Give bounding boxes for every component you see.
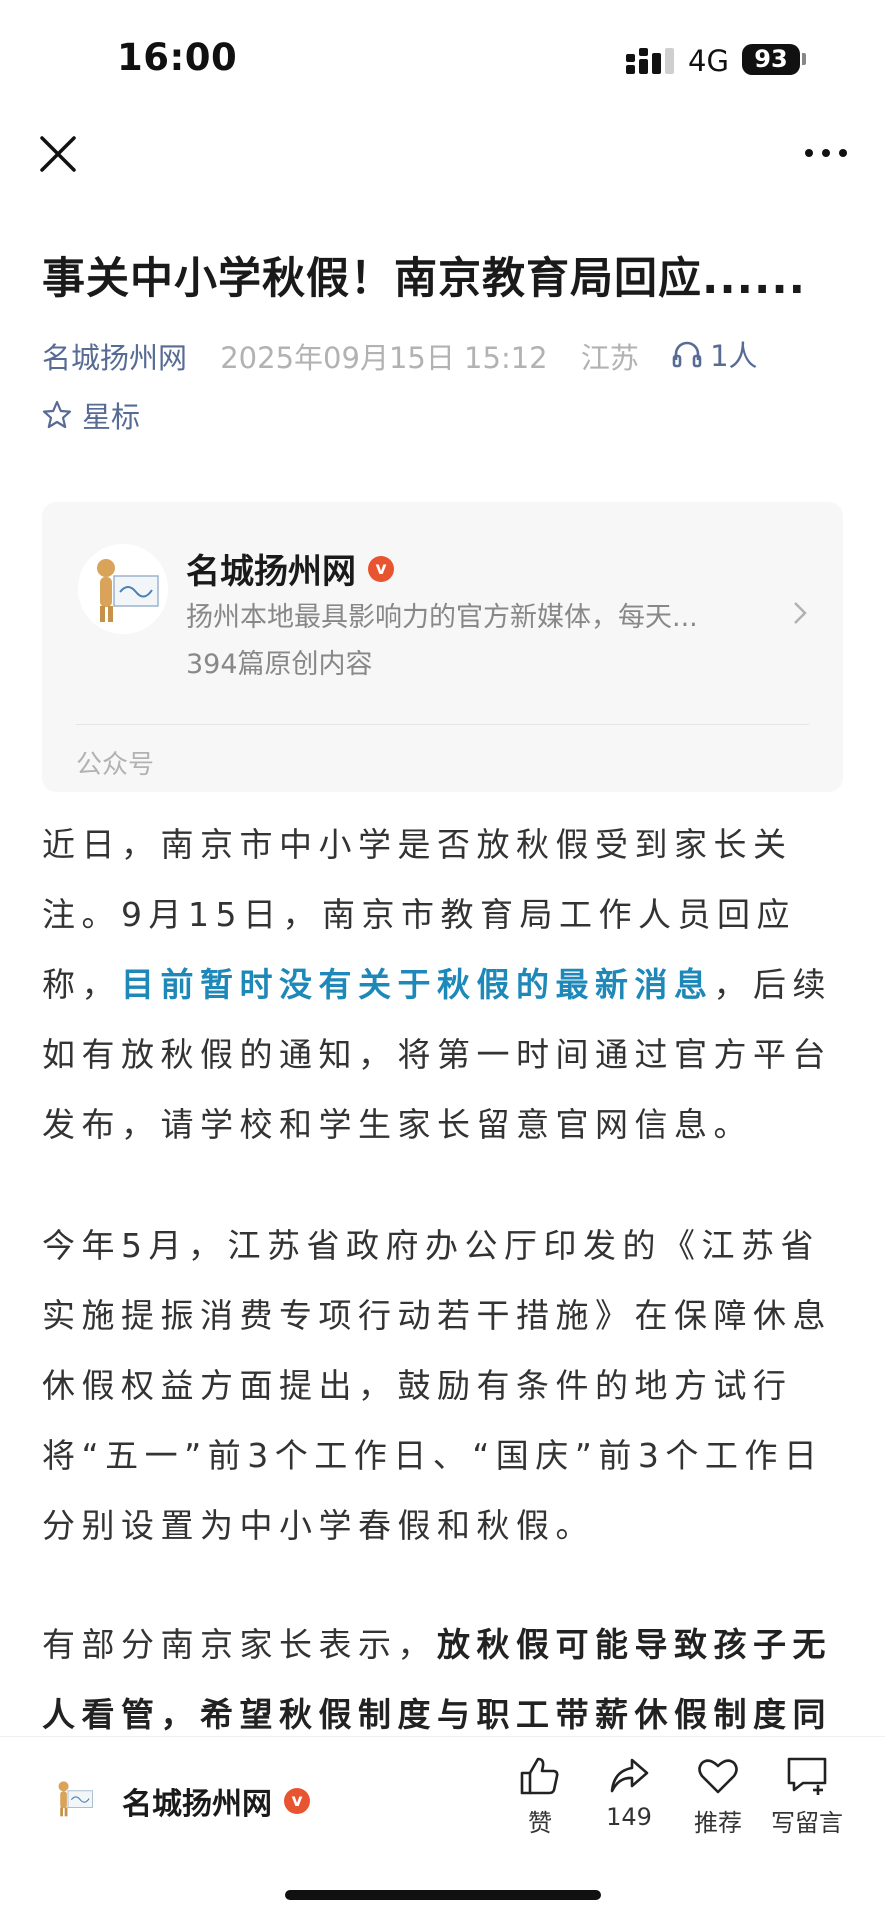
paragraph-3: 有部分南京家长表示，放秋假可能导致孩子无人看管，希望秋假制度与职工带薪休假制度同	[42, 1610, 843, 1736]
status-time: 16:00	[117, 36, 238, 79]
listen-button[interactable]: 1人	[672, 333, 781, 375]
chevron-right-icon	[794, 602, 807, 624]
thumbs-up-icon	[520, 1757, 559, 1795]
paragraph-1-highlight: 目前暂时没有关于秋假的最新消息	[121, 965, 714, 1004]
paragraph-1: 近日，南京市中小学是否放秋假受到家长关注。9月15日，南京市教育局工作人员回应称…	[42, 810, 843, 1160]
account-original-count: 394篇原创内容	[186, 649, 373, 680]
comment-add-icon	[787, 1757, 827, 1795]
article-title: 事关中小学秋假！南京教育局回应......	[42, 254, 807, 304]
star-button[interactable]: 星标	[42, 394, 140, 436]
more-options-icon[interactable]	[803, 138, 849, 168]
account-name-text: 名城扬州网	[186, 552, 356, 592]
write-comment-button[interactable]: 写留言	[762, 1755, 852, 1838]
bottom-account-avatar[interactable]	[48, 1773, 98, 1823]
write-comment-label: 写留言	[771, 1809, 843, 1837]
cellular-signal-icon	[626, 48, 674, 74]
listener-count: 1人	[710, 339, 758, 373]
network-type: 4G	[688, 44, 729, 78]
heart-icon	[698, 1759, 738, 1794]
close-icon[interactable]	[38, 134, 78, 174]
source-link[interactable]: 名城扬州网	[42, 341, 187, 375]
verified-badge-icon: v	[368, 555, 394, 582]
recommend-button[interactable]: 推荐	[673, 1755, 763, 1838]
paragraph-3-text-a: 有部分南京家长表示，	[42, 1625, 437, 1664]
mascot-logo-icon	[48, 1773, 98, 1823]
article-meta: 名城扬州网 2025年09月15日 15:12 江苏 1人	[42, 333, 806, 377]
share-count: 149	[606, 1803, 652, 1831]
star-label: 星标	[82, 400, 141, 434]
bottom-account-name[interactable]: 名城扬州网 v	[122, 1779, 310, 1823]
home-indicator[interactable]	[285, 1890, 601, 1900]
verified-badge-icon: v	[284, 1788, 310, 1814]
status-bar: 16:00 4G 93	[0, 0, 885, 120]
star-icon	[42, 400, 72, 429]
account-type: 公众号	[76, 750, 155, 780]
headphones-icon	[672, 341, 702, 368]
battery-level: 93	[742, 44, 800, 75]
account-card[interactable]: 名城扬州网 v 扬州本地最具影响力的官方新媒体，每天... 394篇原创内容 公…	[42, 502, 843, 792]
battery-tip	[802, 53, 806, 65]
paragraph-2: 今年5月，江苏省政府办公厅印发的《江苏省实施提振消费专项行动若干措施》在保障休息…	[42, 1226, 832, 1545]
share-button[interactable]: 149	[584, 1755, 674, 1831]
recommend-label: 推荐	[694, 1809, 742, 1837]
publish-datetime: 2025年09月15日 15:12	[220, 341, 548, 375]
share-icon	[610, 1758, 649, 1793]
card-divider	[76, 724, 809, 725]
mascot-logo-icon	[78, 544, 168, 634]
account-avatar	[78, 544, 168, 634]
publish-location: 江苏	[580, 341, 639, 375]
account-name: 名城扬州网 v	[186, 544, 394, 593]
like-button[interactable]: 赞	[495, 1755, 585, 1838]
like-label: 赞	[528, 1809, 552, 1837]
bottom-account-name-text: 名城扬州网	[122, 1787, 272, 1822]
account-description: 扬州本地最具影响力的官方新媒体，每天...	[186, 602, 698, 633]
